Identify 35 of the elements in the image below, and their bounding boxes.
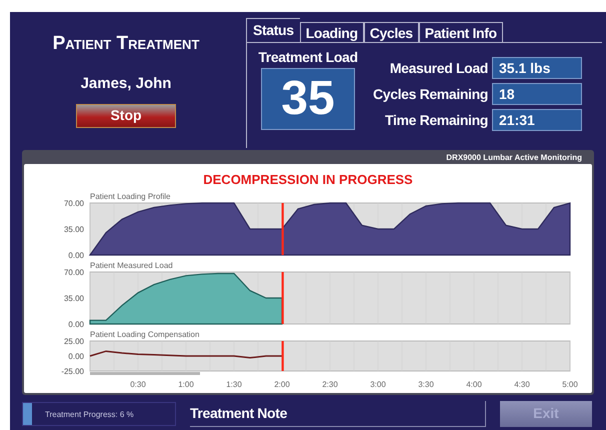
chart-title: Patient Measured Load	[90, 260, 173, 270]
treatment-load-value: 35	[261, 68, 355, 130]
y-tick-label: 70.00	[64, 198, 84, 208]
x-tick-label: 3:00	[370, 380, 386, 388]
status-message: DECOMPRESSION IN PROGRESS	[203, 171, 413, 189]
y-tick-label: 70.00	[64, 268, 84, 276]
readout-label: Cycles Remaining	[373, 84, 488, 104]
patient-name: James, John	[80, 74, 172, 94]
x-tick-label: 2:30	[322, 380, 338, 388]
x-tick-label: 1:00	[178, 380, 194, 388]
x-tick-label: 5:00	[562, 380, 578, 388]
readout-value: 35.1 lbs	[492, 57, 582, 79]
y-tick-label: 35.00	[64, 224, 84, 234]
progress-label: Treatment Progress: 6 %	[45, 408, 134, 420]
x-tick-label: 1:30	[226, 380, 242, 388]
readout-label: Time Remaining	[385, 110, 488, 130]
chart-title: Patient Loading Compensation	[90, 330, 200, 338]
y-tick-label: 35.00	[64, 294, 84, 302]
monitor-title: DRX9000 Lumbar Active Monitoring	[446, 154, 582, 162]
x-tick-label: 2:00	[274, 380, 290, 388]
x-tick-label: 4:30	[514, 380, 530, 388]
readout-value: 21:31	[492, 109, 582, 131]
y-tick-label: 25.00	[64, 336, 84, 346]
readout-label: Measured Load	[390, 58, 488, 78]
x-tick-label: 3:30	[418, 380, 434, 388]
y-tick-label: 0.00	[68, 250, 84, 260]
readout-value: 18	[492, 83, 582, 105]
y-tick-label: -25.00	[61, 366, 84, 376]
app-title: Patient Treatment	[52, 34, 200, 53]
x-tick-label: 0:30	[130, 380, 146, 388]
y-tick-label: 0.00	[68, 320, 84, 328]
chart-title: Patient Loading Profile	[90, 192, 170, 200]
treatment-load-label: Treatment Load	[258, 48, 358, 67]
x-tick-label: 4:00	[466, 380, 482, 388]
y-tick-label: 0.00	[68, 352, 84, 360]
